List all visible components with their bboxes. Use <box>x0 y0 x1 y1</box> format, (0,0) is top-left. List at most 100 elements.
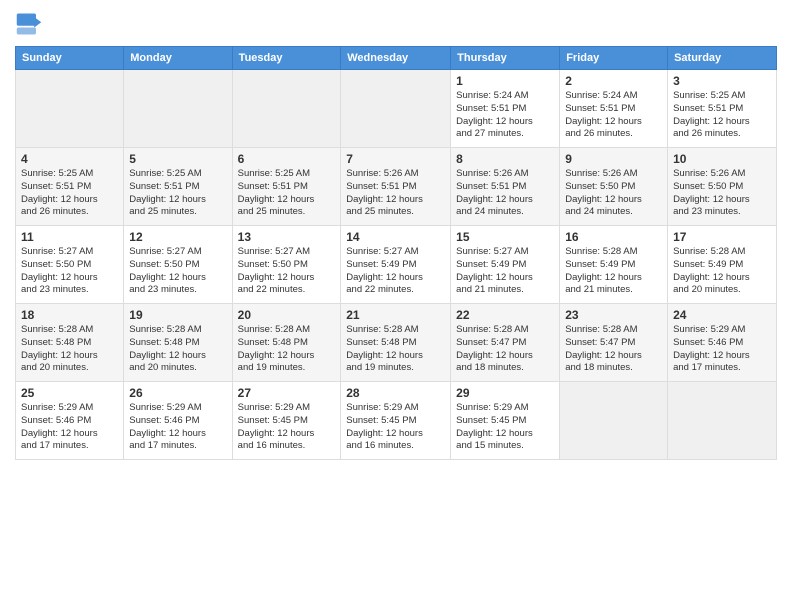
calendar-cell: 26 Sunrise: 5:29 AM Sunset: 5:46 PM Dayli… <box>124 382 232 460</box>
day-number: 5 <box>129 152 226 166</box>
day-info: Sunrise: 5:29 AM Sunset: 5:45 PM Dayligh… <box>238 402 336 453</box>
weekday-header-friday: Friday <box>560 47 668 70</box>
calendar-cell: 19 Sunrise: 5:28 AM Sunset: 5:48 PM Dayli… <box>124 304 232 382</box>
day-number: 17 <box>673 230 771 244</box>
weekday-header-row: SundayMondayTuesdayWednesdayThursdayFrid… <box>16 47 777 70</box>
day-info: Sunrise: 5:27 AM Sunset: 5:49 PM Dayligh… <box>456 246 554 297</box>
day-info: Sunrise: 5:27 AM Sunset: 5:50 PM Dayligh… <box>238 246 336 297</box>
day-info: Sunrise: 5:29 AM Sunset: 5:45 PM Dayligh… <box>346 402 445 453</box>
calendar-cell: 14 Sunrise: 5:27 AM Sunset: 5:49 PM Dayli… <box>341 226 451 304</box>
day-info: Sunrise: 5:28 AM Sunset: 5:48 PM Dayligh… <box>346 324 445 375</box>
calendar-cell: 15 Sunrise: 5:27 AM Sunset: 5:49 PM Dayli… <box>451 226 560 304</box>
day-number: 26 <box>129 386 226 400</box>
day-number: 12 <box>129 230 226 244</box>
calendar-cell <box>232 70 341 148</box>
day-number: 21 <box>346 308 445 322</box>
calendar-cell: 25 Sunrise: 5:29 AM Sunset: 5:46 PM Dayli… <box>16 382 124 460</box>
day-number: 8 <box>456 152 554 166</box>
calendar-cell <box>668 382 777 460</box>
week-row-4: 25 Sunrise: 5:29 AM Sunset: 5:46 PM Dayli… <box>16 382 777 460</box>
calendar-cell: 18Sunrise: 5:28 AM Sunset: 5:48 PM Dayli… <box>16 304 124 382</box>
day-number: 18 <box>21 308 118 322</box>
day-number: 27 <box>238 386 336 400</box>
weekday-header-thursday: Thursday <box>451 47 560 70</box>
page-container: SundayMondayTuesdayWednesdayThursdayFrid… <box>0 0 792 470</box>
calendar-cell: 23 Sunrise: 5:28 AM Sunset: 5:47 PM Dayli… <box>560 304 668 382</box>
calendar-cell: 21 Sunrise: 5:28 AM Sunset: 5:48 PM Dayli… <box>341 304 451 382</box>
day-number: 1 <box>456 74 554 88</box>
day-number: 3 <box>673 74 771 88</box>
day-number: 20 <box>238 308 336 322</box>
day-info: Sunrise: 5:28 AM Sunset: 5:48 PM Dayligh… <box>238 324 336 375</box>
day-number: 19 <box>129 308 226 322</box>
calendar-table: SundayMondayTuesdayWednesdayThursdayFrid… <box>15 46 777 460</box>
day-info: Sunrise: 5:25 AM Sunset: 5:51 PM Dayligh… <box>238 168 336 219</box>
day-info: Sunrise: 5:29 AM Sunset: 5:46 PM Dayligh… <box>129 402 226 453</box>
day-info: Sunrise: 5:28 AM Sunset: 5:48 PM Dayligh… <box>129 324 226 375</box>
day-info: Sunrise: 5:25 AM Sunset: 5:51 PM Dayligh… <box>21 168 118 219</box>
day-info: Sunrise: 5:29 AM Sunset: 5:46 PM Dayligh… <box>21 402 118 453</box>
calendar-cell: 28 Sunrise: 5:29 AM Sunset: 5:45 PM Dayli… <box>341 382 451 460</box>
day-info: Sunrise: 5:26 AM Sunset: 5:51 PM Dayligh… <box>456 168 554 219</box>
day-number: 23 <box>565 308 662 322</box>
day-info: Sunrise: 5:27 AM Sunset: 5:49 PM Dayligh… <box>346 246 445 297</box>
day-info: Sunrise: 5:26 AM Sunset: 5:50 PM Dayligh… <box>565 168 662 219</box>
day-info: Sunrise: 5:28 AM Sunset: 5:47 PM Dayligh… <box>565 324 662 375</box>
day-info: Sunrise: 5:27 AM Sunset: 5:50 PM Dayligh… <box>129 246 226 297</box>
calendar-cell <box>124 70 232 148</box>
weekday-header-saturday: Saturday <box>668 47 777 70</box>
weekday-header-tuesday: Tuesday <box>232 47 341 70</box>
day-number: 22 <box>456 308 554 322</box>
day-info: Sunrise: 5:24 AM Sunset: 5:51 PM Dayligh… <box>456 90 554 141</box>
day-number: 7 <box>346 152 445 166</box>
day-number: 25 <box>21 386 118 400</box>
day-number: 4 <box>21 152 118 166</box>
calendar-cell: 11 Sunrise: 5:27 AM Sunset: 5:50 PM Dayli… <box>16 226 124 304</box>
day-info: Sunrise: 5:28 AM Sunset: 5:49 PM Dayligh… <box>565 246 662 297</box>
day-info: Sunrise: 5:29 AM Sunset: 5:46 PM Dayligh… <box>673 324 771 375</box>
calendar-cell: 16 Sunrise: 5:28 AM Sunset: 5:49 PM Dayli… <box>560 226 668 304</box>
week-row-0: 1 Sunrise: 5:24 AM Sunset: 5:51 PM Daylig… <box>16 70 777 148</box>
day-number: 28 <box>346 386 445 400</box>
calendar-cell: 3 Sunrise: 5:25 AM Sunset: 5:51 PM Daylig… <box>668 70 777 148</box>
header <box>15 10 777 38</box>
day-number: 6 <box>238 152 336 166</box>
day-number: 10 <box>673 152 771 166</box>
calendar-cell: 6 Sunrise: 5:25 AM Sunset: 5:51 PM Daylig… <box>232 148 341 226</box>
weekday-header-wednesday: Wednesday <box>341 47 451 70</box>
day-info: Sunrise: 5:28 AM Sunset: 5:47 PM Dayligh… <box>456 324 554 375</box>
calendar-cell: 1 Sunrise: 5:24 AM Sunset: 5:51 PM Daylig… <box>451 70 560 148</box>
calendar-cell <box>341 70 451 148</box>
week-row-3: 18 Sunrise: 5:28 AM Sunset: 5:48 PM Dayli… <box>16 304 777 382</box>
day-number: 2 <box>565 74 662 88</box>
day-info: Sunrise: 5:26 AM Sunset: 5:51 PM Dayligh… <box>346 168 445 219</box>
day-info: Sunrise: 5:25 AM Sunset: 5:51 PM Dayligh… <box>673 90 771 141</box>
calendar-cell: 27 Sunrise: 5:29 AM Sunset: 5:45 PM Dayli… <box>232 382 341 460</box>
day-number: 24 <box>673 308 771 322</box>
calendar-cell: 5 Sunrise: 5:25 AM Sunset: 5:51 PM Daylig… <box>124 148 232 226</box>
calendar-cell: 22 Sunrise: 5:28 AM Sunset: 5:47 PM Dayli… <box>451 304 560 382</box>
day-number: 11 <box>21 230 118 244</box>
day-number: 14 <box>346 230 445 244</box>
calendar-cell: 12 Sunrise: 5:27 AM Sunset: 5:50 PM Dayli… <box>124 226 232 304</box>
day-info: Sunrise: 5:29 AM Sunset: 5:45 PM Dayligh… <box>456 402 554 453</box>
day-number: 15 <box>456 230 554 244</box>
day-number: 16 <box>565 230 662 244</box>
calendar-cell: 20 Sunrise: 5:28 AM Sunset: 5:48 PM Dayli… <box>232 304 341 382</box>
day-info: Sunrise: 5:24 AM Sunset: 5:51 PM Dayligh… <box>565 90 662 141</box>
calendar-cell: 17 Sunrise: 5:28 AM Sunset: 5:49 PM Dayli… <box>668 226 777 304</box>
calendar-cell: 10 Sunrise: 5:26 AM Sunset: 5:50 PM Dayli… <box>668 148 777 226</box>
day-info: Sunrise: 5:25 AM Sunset: 5:51 PM Dayligh… <box>129 168 226 219</box>
weekday-header-sunday: Sunday <box>16 47 124 70</box>
day-info: Sunrise: 5:26 AM Sunset: 5:50 PM Dayligh… <box>673 168 771 219</box>
calendar-cell: 24 Sunrise: 5:29 AM Sunset: 5:46 PM Dayli… <box>668 304 777 382</box>
day-number: 29 <box>456 386 554 400</box>
calendar-cell: 29 Sunrise: 5:29 AM Sunset: 5:45 PM Dayli… <box>451 382 560 460</box>
day-info: Sunrise: 5:27 AM Sunset: 5:50 PM Dayligh… <box>21 246 118 297</box>
calendar-cell: 2 Sunrise: 5:24 AM Sunset: 5:51 PM Daylig… <box>560 70 668 148</box>
day-info: Sunrise: 5:28 AM Sunset: 5:49 PM Dayligh… <box>673 246 771 297</box>
day-number: 9 <box>565 152 662 166</box>
day-number: 13 <box>238 230 336 244</box>
calendar-cell <box>560 382 668 460</box>
calendar-cell <box>16 70 124 148</box>
